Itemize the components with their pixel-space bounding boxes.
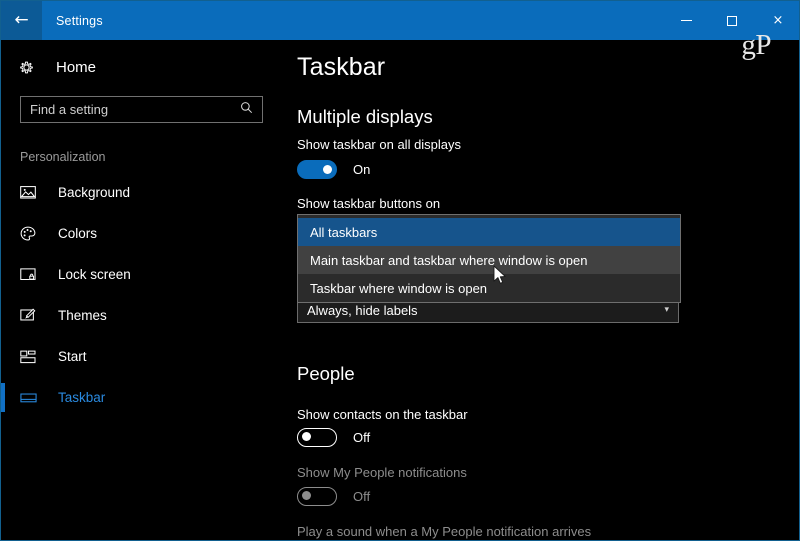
- toggle-show-contacts-on-taskbar[interactable]: [297, 428, 337, 447]
- taskbar-icon: [20, 392, 44, 404]
- setting-label-show-contacts-on-taskbar: Show contacts on the taskbar: [297, 407, 468, 422]
- toggle-show-taskbar-all-displays[interactable]: [297, 160, 337, 179]
- toggle-knob: [302, 432, 311, 441]
- search-box[interactable]: [20, 96, 263, 123]
- setting-label-play-sound-my-people-notification: Play a sound when a My People notificati…: [297, 524, 592, 539]
- minimize-button[interactable]: [663, 1, 709, 40]
- sidebar-nav-list: Background Colors Lock screen Themes Sta…: [1, 172, 280, 418]
- start-tiles-icon: [20, 350, 44, 364]
- group-heading-people: People: [297, 363, 355, 384]
- dropdown-flyout-show-taskbar-buttons-on: All taskbars Main taskbar and taskbar wh…: [297, 214, 681, 303]
- title-bar: ← Settings ×: [1, 1, 799, 40]
- toggle-state-label: Off: [353, 430, 371, 445]
- gear-icon: [18, 59, 40, 76]
- dropdown-option-label: All taskbars: [310, 224, 378, 240]
- sidebar: Home Personalization: [1, 40, 280, 540]
- dropdown-option-taskbar-where-window-is-open[interactable]: Taskbar where window is open: [298, 274, 680, 302]
- group-heading-multiple-displays: Multiple displays: [297, 106, 433, 127]
- dropdown-option-label: Main taskbar and taskbar where window is…: [310, 252, 588, 268]
- setting-label-show-taskbar-all-displays: Show taskbar on all displays: [297, 137, 462, 152]
- dropdown-option-main-taskbar-and-taskbar-where-window-is-open[interactable]: Main taskbar and taskbar where window is…: [298, 246, 680, 274]
- picture-icon: [20, 185, 44, 200]
- sidebar-item-taskbar[interactable]: Taskbar: [1, 377, 280, 418]
- search-input[interactable]: [21, 97, 237, 122]
- dropdown-option-label: Taskbar where window is open: [310, 280, 488, 296]
- sidebar-item-background[interactable]: Background: [2, 172, 280, 213]
- sidebar-item-label: Colors: [58, 226, 98, 241]
- page-title: Taskbar: [297, 53, 386, 81]
- sidebar-item-themes[interactable]: Themes: [2, 295, 280, 336]
- setting-label-show-my-people-notifications: Show My People notifications: [297, 465, 467, 480]
- maximize-icon: [727, 15, 737, 26]
- sidebar-home-label: Home: [56, 58, 97, 76]
- toggle-state-label: Off: [353, 489, 371, 504]
- selection-indicator: [1, 383, 5, 412]
- palette-icon: [20, 226, 44, 242]
- window-title: Settings: [56, 13, 103, 28]
- minimize-icon: [680, 20, 692, 21]
- sidebar-item-label: Taskbar: [58, 390, 106, 405]
- setting-label-show-taskbar-buttons-on: Show taskbar buttons on: [297, 196, 441, 211]
- settings-window: ← Settings × gP Home Find a setting Pers…: [0, 0, 800, 541]
- toggle-row-show-contacts-on-taskbar: Off: [280, 428, 370, 447]
- close-icon: ×: [772, 13, 784, 28]
- sidebar-item-start[interactable]: Start: [2, 336, 280, 377]
- sidebar-item-label: Start: [58, 349, 87, 364]
- brush-icon: [20, 308, 44, 324]
- back-arrow-icon: ←: [14, 10, 29, 30]
- sidebar-item-lock-screen[interactable]: Lock screen: [2, 254, 280, 295]
- lock-screen-icon: [20, 267, 44, 282]
- toggle-knob: [323, 165, 332, 174]
- toggle-row-show-taskbar-all-displays: On: [280, 160, 370, 179]
- sidebar-item-home[interactable]: Home: [2, 50, 280, 84]
- search-icon[interactable]: [240, 101, 253, 119]
- toggle-show-my-people-notifications[interactable]: [297, 487, 337, 506]
- toggle-knob: [302, 491, 311, 500]
- toggle-state-label: On: [353, 162, 371, 177]
- chevron-down-icon: ▾: [664, 305, 669, 315]
- dropdown-option-all-taskbars[interactable]: All taskbars: [298, 218, 680, 246]
- combobox-value: Always, hide labels: [307, 302, 418, 318]
- sidebar-section-label: Personalization: [20, 150, 106, 164]
- caption-buttons: ×: [663, 1, 799, 40]
- sidebar-item-label: Themes: [58, 308, 107, 323]
- toggle-row-show-my-people-notifications: Off: [280, 487, 370, 506]
- sidebar-item-label: Background: [58, 185, 131, 200]
- sidebar-item-label: Lock screen: [58, 267, 131, 282]
- sidebar-item-colors[interactable]: Colors: [2, 213, 280, 254]
- back-button[interactable]: ←: [1, 1, 42, 40]
